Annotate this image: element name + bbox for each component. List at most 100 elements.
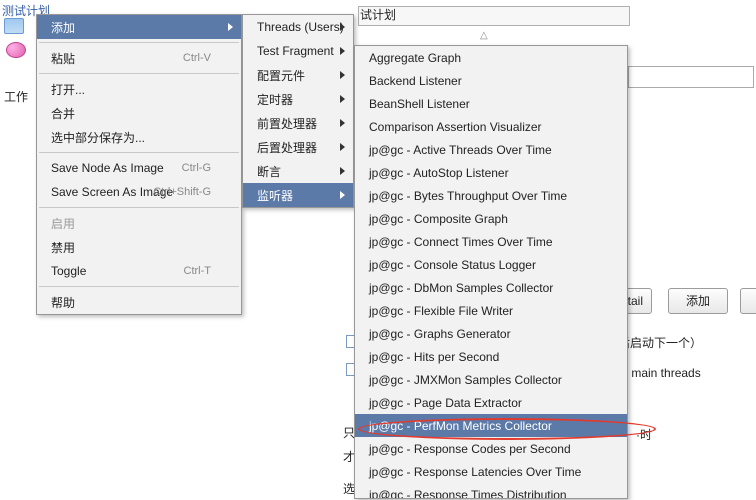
menu-item-paste[interactable]: 粘贴 Ctrl-V [37, 46, 241, 70]
menu-item-merge[interactable]: 合并 [37, 101, 241, 125]
menu-item-label: jp@gc - Flexible File Writer [369, 304, 513, 318]
menu-item-disable[interactable]: 禁用 [37, 235, 241, 259]
listener-item[interactable]: jp@gc - Response Latencies Over Time [355, 460, 627, 483]
menu-item-label: jp@gc - Response Latencies Over Time [369, 465, 581, 479]
menu-item-save-node-image[interactable]: Save Node As Image Ctrl-G [37, 156, 241, 180]
menu-item-toggle[interactable]: Toggle Ctrl-T [37, 259, 241, 283]
menu-item-label: BeanShell Listener [369, 97, 470, 111]
submenu-item-assertion[interactable]: 断言 [243, 159, 353, 183]
add-button[interactable]: 添加 [668, 288, 728, 314]
bg-text-main-threads: of main threads [618, 366, 701, 380]
bg-text-after-start: 后启动下一个） [618, 334, 702, 351]
workspace-label: 工作 [4, 88, 28, 105]
menu-item-label: jp@gc - Page Data Extractor [369, 396, 522, 410]
listener-item[interactable]: Aggregate Graph [355, 46, 627, 69]
menu-item-label: 后置处理器 [257, 139, 317, 156]
menu-item-label: 添加 [51, 19, 75, 36]
menu-item-label: jp@gc - Console Status Logger [369, 258, 536, 272]
menu-item-label: 前置处理器 [257, 115, 317, 132]
submenu-arrow-icon [340, 95, 345, 103]
truncated-button[interactable] [740, 288, 756, 314]
listener-item[interactable]: jp@gc - AutoStop Listener [355, 161, 627, 184]
menu-item-enable: 启用 [37, 211, 241, 235]
menu-item-save-screen-image[interactable]: Save Screen As Image Ctrl+Shift-G [37, 180, 241, 204]
submenu-arrow-icon [340, 191, 345, 199]
submenu-item-listener[interactable]: 监听器 [243, 183, 353, 207]
tree-panel: 测试计划 [0, 0, 36, 500]
menu-separator [39, 42, 239, 43]
tab-bar [358, 6, 630, 26]
menu-item-label: 定时器 [257, 91, 293, 108]
submenu-item-pre-processor[interactable]: 前置处理器 [243, 111, 353, 135]
menu-item-label: 配置元件 [257, 67, 305, 84]
context-menu: 添加 粘贴 Ctrl-V 打开... 合并 选中部分保存为... Save No… [36, 14, 242, 315]
test-plan-icon[interactable] [4, 18, 24, 34]
sort-indicator-icon[interactable]: △ [480, 30, 488, 41]
menu-item-label: 帮助 [51, 294, 75, 311]
menu-item-label: jp@gc - Response Times Distribution [369, 488, 567, 500]
submenu-item-config[interactable]: 配置元件 [243, 63, 353, 87]
menu-item-save-selection-as[interactable]: 选中部分保存为... [37, 125, 241, 149]
menu-separator [39, 286, 239, 287]
menu-item-label: jp@gc - JMXMon Samples Collector [369, 373, 562, 387]
submenu-item-post-processor[interactable]: 后置处理器 [243, 135, 353, 159]
menu-item-label: 启用 [51, 215, 75, 232]
listener-item[interactable]: Comparison Assertion Visualizer [355, 115, 627, 138]
menu-item-open[interactable]: 打开... [37, 77, 241, 101]
listener-item[interactable]: jp@gc - Response Codes per Second [355, 437, 627, 460]
submenu-arrow-icon [340, 143, 345, 151]
menu-item-label: Threads (Users) [257, 20, 344, 34]
listener-item[interactable]: Backend Listener [355, 69, 627, 92]
menu-item-label: jp@gc - Connect Times Over Time [369, 235, 553, 249]
menu-item-label: 禁用 [51, 239, 75, 256]
menu-item-label: 选中部分保存为... [51, 129, 145, 146]
listener-item[interactable]: jp@gc - Bytes Throughput Over Time [355, 184, 627, 207]
menu-shortcut: Ctrl-G [182, 162, 211, 174]
menu-item-add[interactable]: 添加 [37, 15, 241, 39]
menu-item-label: 监听器 [257, 187, 293, 204]
listener-item[interactable]: jp@gc - Flexible File Writer [355, 299, 627, 322]
menu-shortcut: Ctrl+Shift-G [153, 186, 211, 198]
menu-item-label: Backend Listener [369, 74, 462, 88]
listener-item[interactable]: jp@gc - JMXMon Samples Collector [355, 368, 627, 391]
listener-item[interactable]: jp@gc - Hits per Second [355, 345, 627, 368]
add-submenu: Threads (Users) Test Fragment 配置元件 定时器 前… [242, 14, 354, 208]
menu-shortcut: Ctrl-T [184, 265, 212, 277]
workbench-icon[interactable] [6, 42, 26, 58]
submenu-arrow-icon [340, 167, 345, 175]
listener-item[interactable]: jp@gc - Console Status Logger [355, 253, 627, 276]
listener-submenu: Aggregate Graph Backend Listener BeanShell… [354, 45, 628, 499]
submenu-arrow-icon [340, 71, 345, 79]
listener-item[interactable]: jp@gc - Graphs Generator [355, 322, 627, 345]
menu-item-label: jp@gc - Graphs Generator [369, 327, 511, 341]
listener-item[interactable]: jp@gc - Active Threads Over Time [355, 138, 627, 161]
listener-item[interactable]: jp@gc - Composite Graph [355, 207, 627, 230]
menu-item-label: Toggle [51, 264, 86, 278]
menu-separator [39, 207, 239, 208]
submenu-item-timer[interactable]: 定时器 [243, 87, 353, 111]
listener-item[interactable]: jp@gc - Response Times Distribution [355, 483, 627, 499]
submenu-item-test-fragment[interactable]: Test Fragment [243, 39, 353, 63]
listener-item[interactable]: jp@gc - DbMon Samples Collector [355, 276, 627, 299]
listener-item[interactable]: jp@gc - Connect Times Over Time [355, 230, 627, 253]
submenu-item-threads[interactable]: Threads (Users) [243, 15, 353, 39]
menu-item-label: jp@gc - Active Threads Over Time [369, 143, 552, 157]
menu-item-label: jp@gc - DbMon Samples Collector [369, 281, 553, 295]
menu-item-label: jp@gc - PerfMon Metrics Collector [369, 419, 552, 433]
bg-text-shi: ·时 [636, 426, 652, 443]
listener-item[interactable]: BeanShell Listener [355, 92, 627, 115]
menu-item-label: Comparison Assertion Visualizer [369, 120, 542, 134]
listener-item[interactable]: jp@gc - PerfMon Metrics Collector [355, 414, 627, 437]
menu-item-help[interactable]: 帮助 [37, 290, 241, 314]
menu-item-label: 打开... [51, 81, 85, 98]
submenu-arrow-icon [340, 23, 345, 31]
plan-title-text: 试计划 [360, 6, 396, 23]
menu-item-label: Save Node As Image [51, 161, 164, 175]
name-input[interactable] [628, 66, 754, 88]
menu-shortcut: Ctrl-V [183, 52, 211, 64]
menu-item-label: 断言 [257, 163, 281, 180]
listener-item[interactable]: jp@gc - Page Data Extractor [355, 391, 627, 414]
menu-item-label: 粘贴 [51, 50, 75, 67]
menu-item-label: jp@gc - AutoStop Listener [369, 166, 509, 180]
menu-item-label: jp@gc - Response Codes per Second [369, 442, 571, 456]
